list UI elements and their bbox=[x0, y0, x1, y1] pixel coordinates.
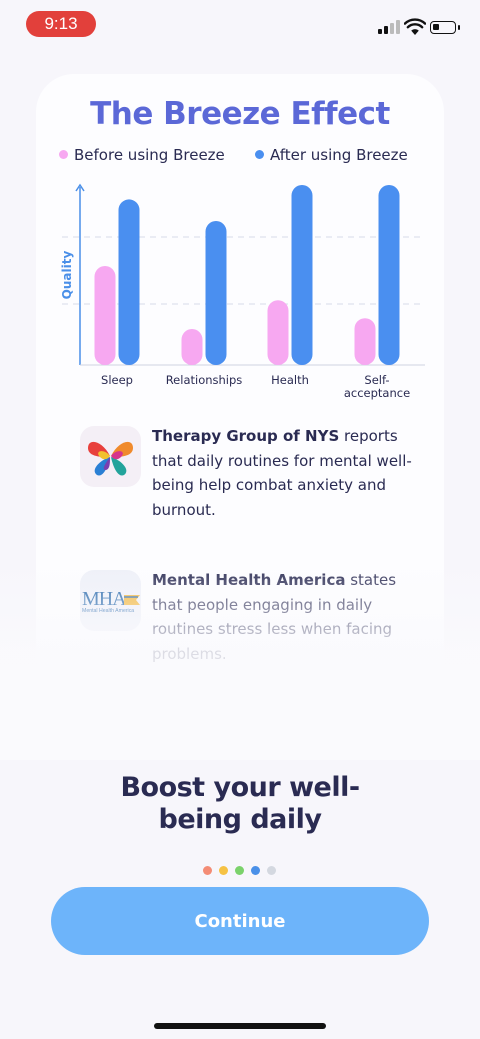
bar-after-health bbox=[291, 185, 313, 365]
page-dot-active bbox=[251, 866, 260, 875]
source-org: Mental Health America bbox=[152, 571, 346, 589]
butterfly-logo-icon bbox=[80, 426, 141, 487]
x-tick-label: Self-acceptance bbox=[344, 373, 410, 400]
page-dot bbox=[219, 866, 228, 875]
home-indicator[interactable] bbox=[154, 1023, 326, 1029]
page-dot bbox=[267, 866, 276, 875]
source-org: Therapy Group of NYS bbox=[152, 427, 340, 445]
x-tick-label: Relationships bbox=[166, 373, 243, 387]
headline: Boost your well-being daily bbox=[0, 772, 480, 836]
mha-logo-icon: MHA Mental Health America bbox=[80, 570, 141, 631]
bar-after-sleep bbox=[118, 199, 140, 365]
x-tick-label: Health bbox=[271, 373, 309, 387]
bar-after-self-acceptance bbox=[378, 185, 400, 365]
page-dot bbox=[203, 866, 212, 875]
bar-chart: Quality Sleep Relationships Health Self-acc… bbox=[60, 183, 425, 400]
mha-logo-text: MHA bbox=[82, 588, 127, 610]
bar-before-relationships bbox=[181, 329, 203, 365]
bar-before-sleep bbox=[94, 266, 116, 365]
bar-before-self-acceptance bbox=[354, 318, 376, 365]
source-text-mental-health-america: Mental Health America states that people… bbox=[152, 568, 414, 666]
mha-logo-subtext: Mental Health America bbox=[82, 608, 134, 614]
x-tick-label: Sleep bbox=[101, 373, 133, 387]
bar-after-relationships bbox=[205, 221, 227, 365]
source-text-therapy-group: Therapy Group of NYS reports that daily … bbox=[152, 424, 414, 522]
y-axis-label: Quality bbox=[60, 251, 74, 300]
bar-before-health bbox=[267, 300, 289, 365]
headline-text: Boost your well-being daily bbox=[120, 772, 360, 835]
continue-button[interactable]: Continue bbox=[51, 887, 429, 955]
page-dot bbox=[235, 866, 244, 875]
